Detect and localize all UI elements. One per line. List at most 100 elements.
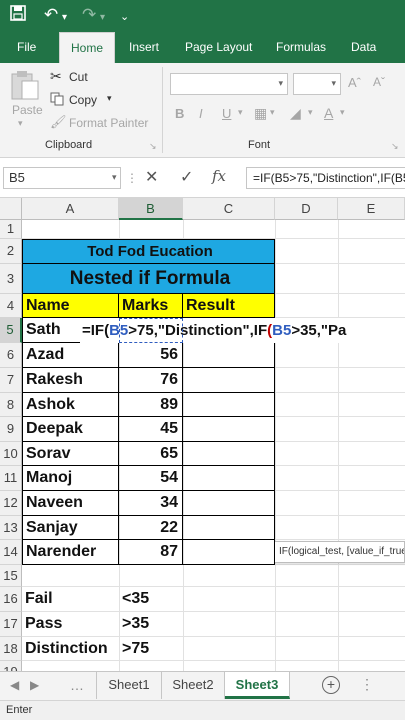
tab-formulas[interactable]: Formulas (276, 32, 326, 63)
increase-font-icon[interactable]: Aˆ (348, 75, 361, 90)
underline-button[interactable]: U (222, 106, 231, 121)
student-marks[interactable]: 54 (119, 466, 183, 491)
paste-dropdown-icon[interactable]: ▾ (18, 118, 23, 129)
student-marks[interactable]: 89 (119, 393, 183, 417)
paste-icon[interactable] (8, 71, 42, 104)
font-name-combo[interactable]: ▾ (170, 73, 288, 95)
underline-dropdown-icon[interactable]: ▾ (238, 107, 243, 118)
save-icon[interactable] (10, 5, 26, 26)
tab-insert[interactable]: Insert (129, 32, 159, 63)
font-color-icon[interactable]: A (324, 105, 333, 121)
student-name[interactable]: Ashok (22, 393, 119, 417)
tab-file[interactable]: File (17, 32, 36, 63)
row-header[interactable]: 13 (0, 516, 22, 540)
borders-dropdown-icon[interactable]: ▾ (270, 107, 275, 118)
student-result[interactable] (183, 442, 275, 466)
worksheet-grid[interactable]: A B C D E 1 2 3 4 5 6 7 8 9 10 11 12 13 … (0, 198, 405, 671)
student-result[interactable] (183, 368, 275, 393)
row-header[interactable]: 5 (0, 318, 22, 343)
undo-dropdown-icon[interactable]: ▾ (62, 8, 67, 28)
row-header[interactable]: 1 (0, 220, 22, 239)
student-result[interactable] (183, 516, 275, 540)
fill-dropdown-icon[interactable]: ▾ (308, 107, 313, 118)
cancel-entry-icon[interactable]: ✕ (145, 167, 158, 187)
sheet-tab-1[interactable]: Sheet1 (96, 672, 162, 699)
column-header-c[interactable]: C (183, 198, 275, 220)
student-marks[interactable]: 34 (119, 491, 183, 516)
column-header-a[interactable]: A (22, 198, 119, 220)
decrease-font-icon[interactable]: Aˇ (373, 75, 385, 89)
student-marks[interactable]: 22 (119, 516, 183, 540)
row-header[interactable]: 12 (0, 491, 22, 516)
copy-icon[interactable] (50, 92, 64, 109)
criteria-rule[interactable]: >75 (119, 637, 183, 661)
name-box[interactable]: B5 (3, 167, 121, 189)
function-tooltip[interactable]: IF(logical_test, [value_if_true] (274, 541, 405, 563)
header-marks[interactable]: Marks (119, 294, 183, 318)
column-header-b[interactable]: B (119, 198, 183, 220)
cell-edit-formula[interactable]: =IF(B5>75,"Distinction",IF(B5>35,"Pa (80, 318, 405, 343)
criteria-rule[interactable]: <35 (119, 587, 183, 612)
column-header-d[interactable]: D (275, 198, 338, 220)
format-painter-icon[interactable]: 🖌 (50, 114, 67, 130)
cut-icon[interactable]: ✂ (50, 68, 62, 85)
borders-icon[interactable]: ▦ (254, 105, 267, 122)
row-header[interactable]: 14 (0, 540, 22, 565)
row-header[interactable]: 9 (0, 417, 22, 442)
student-marks[interactable]: 56 (119, 343, 183, 368)
criteria-rule[interactable]: >35 (119, 612, 183, 637)
customize-icon[interactable]: ⌄ (120, 7, 129, 27)
student-marks[interactable]: 76 (119, 368, 183, 393)
name-box-dropdown-icon[interactable]: ▾ (112, 172, 117, 183)
font-color-dropdown-icon[interactable]: ▾ (340, 107, 345, 118)
student-name[interactable]: Rakesh (22, 368, 119, 393)
row-header[interactable]: 15 (0, 565, 22, 587)
select-all-corner[interactable] (0, 198, 22, 220)
row-header[interactable]: 4 (0, 294, 22, 318)
student-name[interactable]: Deepak (22, 417, 119, 442)
header-result[interactable]: Result (183, 294, 275, 318)
formula-input[interactable]: =IF(B5>75,"Distinction",IF(B5>35,"Pa (246, 167, 405, 189)
redo-icon[interactable]: ↷ (82, 5, 96, 25)
tab-data[interactable]: Data (351, 32, 376, 63)
insert-function-icon[interactable]: fx (212, 167, 226, 185)
scroll-left-icon[interactable]: ◀ (10, 678, 19, 692)
student-marks[interactable]: 87 (119, 540, 183, 565)
format-painter-label[interactable]: Format Painter (69, 116, 148, 130)
row-header[interactable]: 7 (0, 368, 22, 393)
bold-button[interactable]: B (175, 106, 184, 121)
student-result[interactable] (183, 491, 275, 516)
sheet-title[interactable]: Tod Fod Eucation (22, 239, 275, 264)
row-header[interactable]: 10 (0, 442, 22, 466)
student-result[interactable] (183, 417, 275, 442)
student-name[interactable]: Narender (22, 540, 119, 565)
fill-color-icon[interactable]: ◢ (290, 105, 301, 122)
student-name[interactable]: Sorav (22, 442, 119, 466)
row-header[interactable]: 11 (0, 466, 22, 491)
student-result[interactable] (183, 343, 275, 368)
student-result[interactable] (183, 540, 275, 565)
student-result[interactable] (183, 393, 275, 417)
clipboard-launcher-icon[interactable]: ↘ (149, 141, 157, 152)
tab-home[interactable]: Home (59, 32, 115, 63)
sheet-tab-2[interactable]: Sheet2 (162, 672, 225, 699)
criteria-label[interactable]: Distinction (22, 637, 119, 661)
more-sheets-icon[interactable]: … (70, 677, 84, 693)
row-header[interactable]: 19 (0, 661, 22, 671)
criteria-label[interactable]: Pass (22, 612, 119, 637)
font-launcher-icon[interactable]: ↘ (391, 141, 399, 152)
font-size-combo[interactable]: ▾ (293, 73, 341, 95)
row-header[interactable]: 3 (0, 264, 22, 294)
criteria-label[interactable]: Fail (22, 587, 119, 612)
paste-label[interactable]: Paste (12, 103, 43, 117)
sheet-tab-3[interactable]: Sheet3 (225, 672, 290, 699)
cut-label[interactable]: Cut (69, 70, 88, 84)
column-header-e[interactable]: E (338, 198, 405, 220)
student-name[interactable]: Azad (22, 343, 119, 368)
header-name[interactable]: Name (22, 294, 119, 318)
undo-icon[interactable]: ↶ (44, 5, 58, 25)
row-header[interactable]: 2 (0, 239, 22, 264)
row-header[interactable]: 6 (0, 343, 22, 368)
row-header[interactable]: 16 (0, 587, 22, 612)
student-marks[interactable]: 45 (119, 417, 183, 442)
